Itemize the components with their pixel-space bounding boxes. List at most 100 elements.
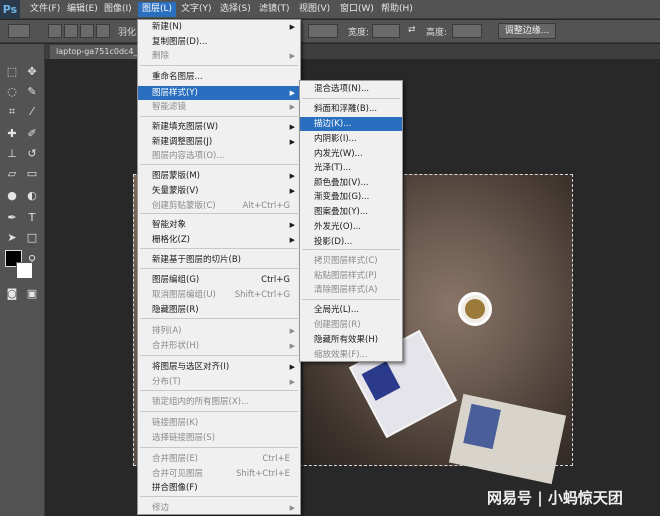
width-field[interactable]: [372, 24, 400, 38]
layer-menu-item[interactable]: 智能对象 ▶: [138, 218, 300, 232]
layer-menu-item: 合并形状(H) ▶: [138, 339, 300, 353]
layer-menu-item: 取消图层编组(U) Shift+Ctrl+G: [138, 288, 300, 302]
submenu-arrow-icon: ▶: [289, 187, 295, 195]
photoshop-logo: Ps: [0, 0, 20, 19]
layer-style-item[interactable]: 投影(D)...: [300, 235, 402, 249]
layer-style-item[interactable]: 图案叠加(Y)...: [300, 205, 402, 219]
layer-menu-item[interactable]: 新建填充图层(W) ▶: [138, 120, 300, 134]
new-selection-icon[interactable]: [48, 24, 62, 38]
menu-window[interactable]: 窗口(W): [336, 2, 378, 17]
layer-menu-item: 创建剪贴蒙版(C) Alt+Ctrl+G: [138, 199, 300, 213]
layer-menu-item[interactable]: 矢量蒙版(V) ▶: [138, 184, 300, 198]
menu-item-label: 隐藏图层(R): [152, 305, 199, 315]
layer-menu-item[interactable]: 图层样式(Y) ▶: [138, 86, 300, 100]
healing-brush-tool-icon[interactable]: ✚: [4, 126, 20, 142]
subtract-selection-icon[interactable]: [80, 24, 94, 38]
menu-item-label: 取消图层编组(U): [152, 290, 216, 300]
menu-file[interactable]: 文件(F): [26, 2, 64, 17]
height-field[interactable]: [452, 24, 482, 38]
menu-separator: [140, 248, 298, 249]
layer-style-item[interactable]: 颜色叠加(V)...: [300, 176, 402, 190]
layer-style-item[interactable]: 描边(K)...: [300, 117, 402, 131]
menu-image[interactable]: 图像(I): [100, 2, 136, 17]
menu-help[interactable]: 帮助(H): [377, 2, 417, 17]
tool-preset-picker[interactable]: [8, 24, 30, 38]
intersect-selection-icon[interactable]: [96, 24, 110, 38]
menu-item-shortcut: Shift+Ctrl+G: [234, 290, 290, 300]
menu-item-label: 创建剪贴蒙版(C): [152, 201, 216, 211]
history-brush-tool-icon[interactable]: ↺: [24, 146, 40, 162]
path-select-tool-icon[interactable]: ➤: [4, 230, 20, 246]
quick-select-tool-icon[interactable]: ✎: [24, 84, 40, 100]
menu-separator: [140, 447, 298, 448]
submenu-arrow-icon: ▶: [289, 23, 295, 31]
menu-item-label: 排列(A): [152, 326, 182, 336]
layer-style-item[interactable]: 渐变叠加(G)...: [300, 190, 402, 204]
layer-style-item: 清除图层样式(A): [300, 283, 402, 297]
menu-separator: [302, 98, 400, 99]
layer-menu-item[interactable]: 隐藏图层(R): [138, 303, 300, 317]
menu-edit[interactable]: 编辑(E): [63, 2, 102, 17]
menu-view[interactable]: 视图(V): [295, 2, 334, 17]
menu-separator: [302, 299, 400, 300]
menu-separator: [302, 249, 400, 250]
menu-item-label: 光泽(T)...: [314, 163, 351, 173]
layer-menu-item[interactable]: 新建基于图层的切片(B): [138, 253, 300, 267]
menu-item-shortcut: Ctrl+G: [261, 275, 290, 285]
menu-type[interactable]: 文字(Y): [177, 2, 216, 17]
layer-menu-item: 链接图层(K): [138, 416, 300, 430]
add-selection-icon[interactable]: [64, 24, 78, 38]
gradient-tool-icon[interactable]: ▭: [24, 166, 40, 182]
dodge-tool-icon[interactable]: ◐: [24, 188, 40, 204]
layer-menu-item[interactable]: 拼合图像(F): [138, 481, 300, 495]
background-color-swatch[interactable]: [16, 262, 33, 279]
layer-menu-item[interactable]: 新建(N) ▶: [138, 20, 300, 34]
layer-style-item[interactable]: 混合选项(N)...: [300, 82, 402, 96]
menu-item-label: 隐藏所有效果(H): [314, 335, 379, 345]
rectangle-tool-icon[interactable]: □: [24, 230, 40, 246]
layer-style-item[interactable]: 内发光(W)...: [300, 147, 402, 161]
layer-style-item[interactable]: 隐藏所有效果(H): [300, 333, 402, 347]
layer-menu-item[interactable]: 栅格化(Z) ▶: [138, 233, 300, 247]
layer-menu-item[interactable]: 图层蒙版(M) ▶: [138, 169, 300, 183]
layer-menu-item: 修边 ▶: [138, 501, 300, 515]
style-select[interactable]: [308, 24, 338, 38]
brush-tool-icon[interactable]: ✐: [24, 126, 40, 142]
menu-item-shortcut: Alt+Ctrl+G: [242, 201, 290, 211]
lasso-tool-icon[interactable]: ◌: [4, 84, 20, 100]
pen-tool-icon[interactable]: ✒: [4, 210, 20, 226]
layer-menu-item[interactable]: 将图层与选区对齐(I) ▶: [138, 360, 300, 374]
crop-tool-icon[interactable]: ⌗: [4, 104, 20, 120]
submenu-arrow-icon: ▶: [289, 138, 295, 146]
layer-style-item[interactable]: 全局光(L)...: [300, 303, 402, 317]
type-tool-icon[interactable]: T: [24, 210, 40, 226]
layer-style-item[interactable]: 外发光(O)...: [300, 220, 402, 234]
move-tool-icon[interactable]: ✥: [24, 64, 40, 80]
menu-item-label: 拼合图像(F): [152, 483, 198, 493]
eraser-tool-icon[interactable]: ▱: [4, 166, 20, 182]
menu-item-label: 新建(N): [152, 22, 182, 32]
refine-edge-button[interactable]: 调整边缘...: [498, 23, 556, 39]
swap-icon[interactable]: ⇄: [408, 25, 416, 35]
clone-stamp-tool-icon[interactable]: ⊥: [4, 146, 20, 162]
layer-menu-item[interactable]: 复制图层(D)...: [138, 35, 300, 49]
menu-item-label: 矢量蒙版(V): [152, 186, 199, 196]
marquee-tool-icon[interactable]: ⬚: [4, 64, 20, 80]
submenu-arrow-icon: ▶: [289, 342, 295, 350]
layer-style-item[interactable]: 斜面和浮雕(B)...: [300, 102, 402, 116]
eyedropper-tool-icon[interactable]: ⁄: [24, 104, 40, 120]
quick-mask-icon[interactable]: ◙: [4, 286, 20, 302]
submenu-arrow-icon: ▶: [289, 236, 295, 244]
layer-menu-item[interactable]: 新建调整图层(J) ▶: [138, 135, 300, 149]
layer-style-item[interactable]: 内阴影(I)...: [300, 132, 402, 146]
menu-layer[interactable]: 图层(L): [138, 2, 177, 17]
menu-select[interactable]: 选择(S): [216, 2, 255, 17]
layer-style-item[interactable]: 光泽(T)...: [300, 161, 402, 175]
menu-item-label: 重命名图层...: [152, 72, 203, 82]
menu-filter[interactable]: 滤镜(T): [255, 2, 294, 17]
blur-tool-icon[interactable]: ●: [4, 188, 20, 204]
layer-menu-item[interactable]: 重命名图层...: [138, 70, 300, 84]
screen-mode-icon[interactable]: ▣: [24, 286, 40, 302]
layer-menu-item[interactable]: 图层编组(G) Ctrl+G: [138, 273, 300, 287]
menu-item-label: 投影(D)...: [314, 237, 353, 247]
